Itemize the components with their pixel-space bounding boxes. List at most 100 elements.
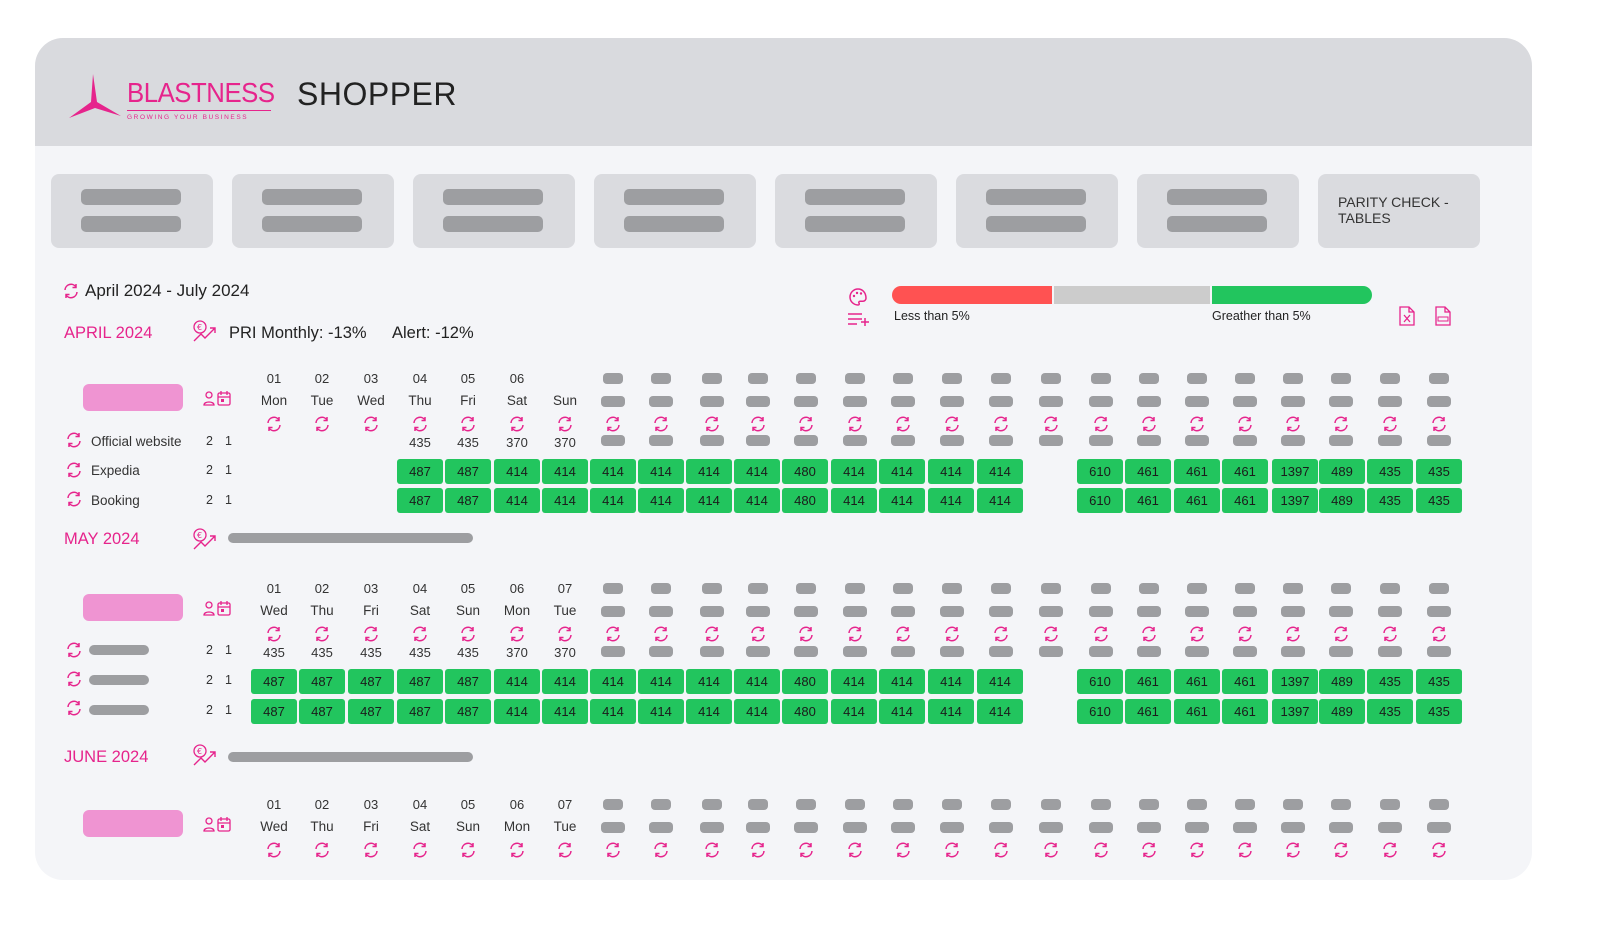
rate-cell[interactable]: 461 (1125, 699, 1171, 724)
rate-cell[interactable]: 480 (782, 699, 828, 724)
room-type-pill[interactable] (83, 810, 183, 837)
sync-icon[interactable] (459, 841, 477, 859)
sync-icon[interactable] (62, 282, 80, 300)
sync-icon[interactable] (1236, 625, 1254, 643)
sync-icon[interactable] (992, 415, 1010, 433)
rate-cell[interactable]: 489 (1319, 699, 1365, 724)
rate-cell[interactable]: 487 (445, 699, 491, 724)
rate-cell[interactable]: 414 (494, 669, 540, 694)
rate-cell[interactable]: 414 (686, 669, 732, 694)
guest-calendar-icon[interactable] (203, 600, 237, 618)
rate-cell[interactable]: 414 (831, 669, 877, 694)
sync-icon[interactable] (1092, 841, 1110, 859)
rate-cell[interactable]: 435 (1367, 669, 1413, 694)
rate-cell[interactable]: 414 (928, 699, 974, 724)
sync-icon[interactable] (846, 625, 864, 643)
rate-cell[interactable]: 461 (1125, 669, 1171, 694)
rate-cell[interactable]: 414 (542, 488, 588, 513)
sync-icon[interactable] (265, 415, 283, 433)
rate-cell[interactable]: 480 (782, 669, 828, 694)
rate-cell[interactable]: 1397 (1272, 488, 1318, 513)
guest-calendar-icon[interactable] (203, 816, 237, 834)
rate-cell[interactable]: 414 (686, 699, 732, 724)
sync-icon[interactable] (1092, 625, 1110, 643)
sync-icon[interactable] (265, 841, 283, 859)
rate-cell[interactable]: 414 (831, 488, 877, 513)
sync-icon[interactable] (1042, 625, 1060, 643)
sync-icon[interactable] (362, 841, 380, 859)
rate-cell[interactable]: 414 (686, 459, 732, 484)
rate-cell[interactable]: 435 (1416, 699, 1462, 724)
rate-cell[interactable]: 414 (494, 488, 540, 513)
room-type-pill[interactable] (83, 384, 183, 411)
nav-tile[interactable] (413, 174, 575, 248)
rate-cell[interactable]: 487 (348, 699, 394, 724)
sync-icon[interactable] (508, 625, 526, 643)
sync-icon[interactable] (1042, 415, 1060, 433)
room-type-pill[interactable] (83, 594, 183, 621)
nav-tile[interactable] (594, 174, 756, 248)
rate-cell[interactable]: 414 (831, 459, 877, 484)
rate-cell[interactable]: 487 (445, 488, 491, 513)
sync-icon[interactable] (943, 625, 961, 643)
nav-tile[interactable] (956, 174, 1118, 248)
rate-cell[interactable]: 414 (494, 459, 540, 484)
sync-icon[interactable] (65, 641, 83, 659)
rate-cell[interactable]: 435 (1367, 459, 1413, 484)
rate-cell[interactable]: 414 (686, 488, 732, 513)
sync-icon[interactable] (313, 415, 331, 433)
sync-icon[interactable] (846, 415, 864, 433)
nav-tile[interactable] (232, 174, 394, 248)
sync-icon[interactable] (604, 841, 622, 859)
rate-cell[interactable]: 414 (638, 459, 684, 484)
sync-icon[interactable] (313, 841, 331, 859)
sync-icon[interactable] (65, 670, 83, 688)
rate-cell[interactable]: 414 (542, 669, 588, 694)
sync-icon[interactable] (65, 461, 83, 479)
rate-cell[interactable]: 435 (1416, 488, 1462, 513)
rate-cell[interactable]: 610 (1077, 699, 1123, 724)
rate-cell[interactable]: 461 (1125, 488, 1171, 513)
sync-icon[interactable] (1381, 841, 1399, 859)
rate-cell[interactable]: 414 (879, 459, 925, 484)
sync-icon[interactable] (894, 625, 912, 643)
rate-cell[interactable]: 414 (879, 699, 925, 724)
rate-cell[interactable]: 461 (1174, 459, 1220, 484)
rate-cell[interactable]: 480 (782, 488, 828, 513)
rate-cell[interactable]: 414 (831, 699, 877, 724)
rate-cell[interactable]: 414 (734, 459, 780, 484)
sync-icon[interactable] (1140, 625, 1158, 643)
rate-cell[interactable]: 414 (590, 488, 636, 513)
rate-cell[interactable]: 461 (1174, 488, 1220, 513)
rate-cell[interactable]: 414 (928, 669, 974, 694)
sync-icon[interactable] (362, 625, 380, 643)
rate-cell[interactable]: 487 (445, 669, 491, 694)
rate-cell[interactable]: 414 (879, 669, 925, 694)
rate-cell[interactable]: 461 (1174, 669, 1220, 694)
add-list-icon[interactable] (847, 311, 871, 327)
sync-icon[interactable] (459, 625, 477, 643)
sync-icon[interactable] (604, 625, 622, 643)
sync-icon[interactable] (703, 625, 721, 643)
sync-icon[interactable] (313, 625, 331, 643)
sync-icon[interactable] (797, 625, 815, 643)
sync-icon[interactable] (1284, 841, 1302, 859)
rate-cell[interactable]: 414 (928, 488, 974, 513)
sync-icon[interactable] (1284, 415, 1302, 433)
sync-icon[interactable] (65, 431, 83, 449)
rate-cell[interactable]: 610 (1077, 669, 1123, 694)
rate-cell[interactable]: 414 (638, 699, 684, 724)
sync-icon[interactable] (703, 415, 721, 433)
rate-cell[interactable]: 487 (251, 669, 297, 694)
sync-icon[interactable] (411, 841, 429, 859)
rate-cell[interactable]: 414 (879, 488, 925, 513)
rate-cell[interactable]: 435 (1367, 488, 1413, 513)
sync-icon[interactable] (65, 490, 83, 508)
sync-icon[interactable] (1430, 415, 1448, 433)
rate-cell[interactable]: 480 (782, 459, 828, 484)
rate-cell[interactable]: 414 (590, 669, 636, 694)
rate-cell[interactable]: 414 (638, 669, 684, 694)
sync-icon[interactable] (1332, 625, 1350, 643)
sync-icon[interactable] (894, 415, 912, 433)
rate-cell[interactable]: 461 (1125, 459, 1171, 484)
